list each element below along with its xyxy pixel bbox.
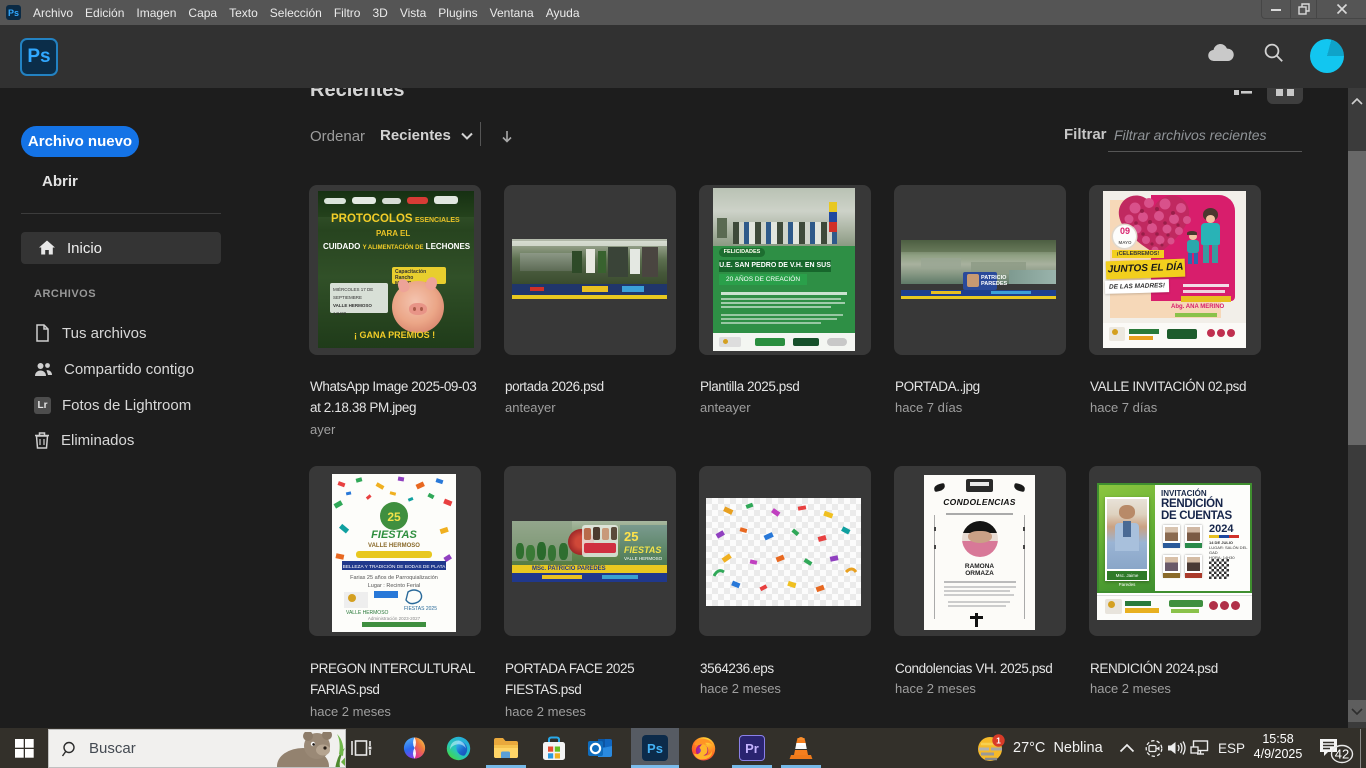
- svg-text:VALLE HERMOSO: VALLE HERMOSO: [368, 543, 420, 549]
- svg-text:1: 1: [996, 735, 1001, 745]
- svg-text:42: 42: [1335, 747, 1349, 762]
- svg-text:Farias 25 años de Parroquiali: Farias 25 años de Parroquialización: [350, 575, 438, 581]
- svg-text:Lugar : Recinto Ferial: Lugar : Recinto Ferial: [368, 583, 421, 589]
- svg-text:Administración 2023-2027: Administración 2023-2027: [368, 616, 421, 621]
- svg-text:BELLEZA Y TRADICIÓN DE BODAS D: BELLEZA Y TRADICIÓN DE BODAS DE PLATA: [343, 563, 447, 570]
- svg-text:FIESTAS: FIESTAS: [371, 529, 417, 541]
- svg-text:25: 25: [387, 510, 401, 524]
- svg-text:FIESTAS 2025: FIESTAS 2025: [404, 606, 437, 612]
